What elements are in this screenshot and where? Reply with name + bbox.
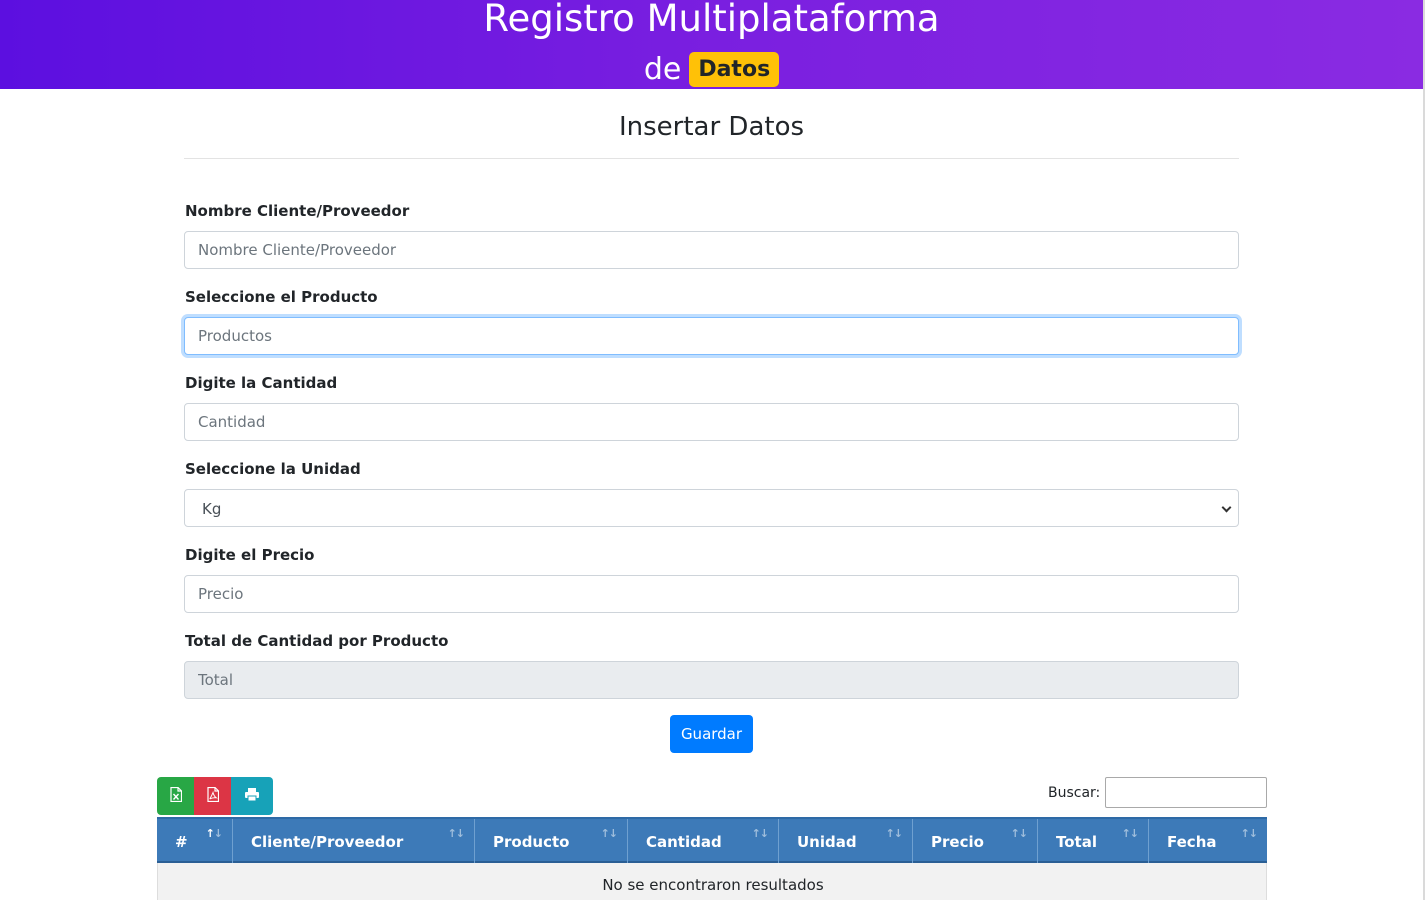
column-header-date[interactable]: Fecha ↑↓ — [1149, 819, 1267, 863]
column-header-label: Unidad — [797, 833, 857, 851]
pdf-file-icon — [206, 786, 219, 805]
search-input[interactable] — [1105, 777, 1267, 808]
column-header-label: Precio — [931, 833, 984, 851]
sort-icon: ↑↓ — [600, 827, 618, 840]
column-header-label: Cantidad — [646, 833, 722, 851]
column-header-label: Cliente/Proveedor — [251, 833, 404, 851]
price-input[interactable] — [184, 575, 1239, 613]
form-title: Insertar Datos — [618, 112, 805, 142]
chevron-down-icon — [1221, 502, 1232, 513]
quantity-label: Digite la Cantidad — [185, 374, 338, 392]
column-header-number[interactable]: # ↑↓ — [157, 819, 233, 863]
column-header-label: Total — [1056, 833, 1097, 851]
unit-selected-value: Kg — [202, 500, 222, 518]
column-header-client[interactable]: Cliente/Proveedor ↑↓ — [233, 819, 475, 863]
unit-select[interactable]: Kg — [184, 489, 1239, 527]
quantity-input[interactable] — [184, 403, 1239, 441]
print-button[interactable] — [231, 777, 273, 815]
sort-icon: ↑↓ — [447, 827, 465, 840]
product-input[interactable] — [184, 317, 1239, 355]
search-label: Buscar: — [1048, 785, 1101, 801]
price-label: Digite el Precio — [185, 546, 315, 564]
sort-icon: ↑↓ — [205, 827, 223, 840]
save-button[interactable]: Guardar — [670, 715, 753, 753]
column-header-label: Fecha — [1167, 833, 1217, 851]
sort-icon: ↑↓ — [885, 827, 903, 840]
sort-icon: ↑↓ — [751, 827, 769, 840]
column-header-label: Producto — [493, 833, 570, 851]
column-header-label: # — [175, 833, 188, 851]
column-header-total[interactable]: Total ↑↓ — [1038, 819, 1149, 863]
print-icon — [244, 787, 260, 805]
total-label: Total de Cantidad por Producto — [185, 632, 449, 650]
app-subtitle: de Datos — [0, 50, 1423, 89]
client-label: Nombre Cliente/Proveedor — [185, 202, 410, 220]
column-header-product[interactable]: Producto ↑↓ — [475, 819, 628, 863]
column-header-quantity[interactable]: Cantidad ↑↓ — [628, 819, 779, 863]
sort-icon: ↑↓ — [1240, 827, 1258, 840]
app-title: Registro Multiplataforma — [483, 0, 940, 40]
unit-label: Seleccione la Unidad — [185, 460, 361, 478]
subtitle-badge: Datos — [689, 52, 780, 87]
sort-icon: ↑↓ — [1121, 827, 1139, 840]
sort-icon: ↑↓ — [1010, 827, 1028, 840]
table-body: No se encontraron resultados — [157, 863, 1267, 900]
export-pdf-button[interactable] — [194, 777, 231, 815]
excel-file-icon — [170, 786, 183, 805]
product-label: Seleccione el Producto — [185, 288, 378, 306]
client-input[interactable] — [184, 231, 1239, 269]
column-header-unit[interactable]: Unidad ↑↓ — [779, 819, 913, 863]
title-divider — [184, 158, 1239, 159]
column-header-price[interactable]: Precio ↑↓ — [913, 819, 1038, 863]
total-input — [184, 661, 1239, 699]
empty-table-message: No se encontraron resultados — [602, 876, 824, 894]
export-excel-button[interactable] — [157, 777, 195, 815]
app-header: Registro Multiplataforma de Datos — [0, 0, 1423, 89]
subtitle-prefix: de — [643, 51, 682, 87]
table-header: # ↑↓ Cliente/Proveedor ↑↓ Producto ↑↓ Ca… — [157, 817, 1267, 863]
